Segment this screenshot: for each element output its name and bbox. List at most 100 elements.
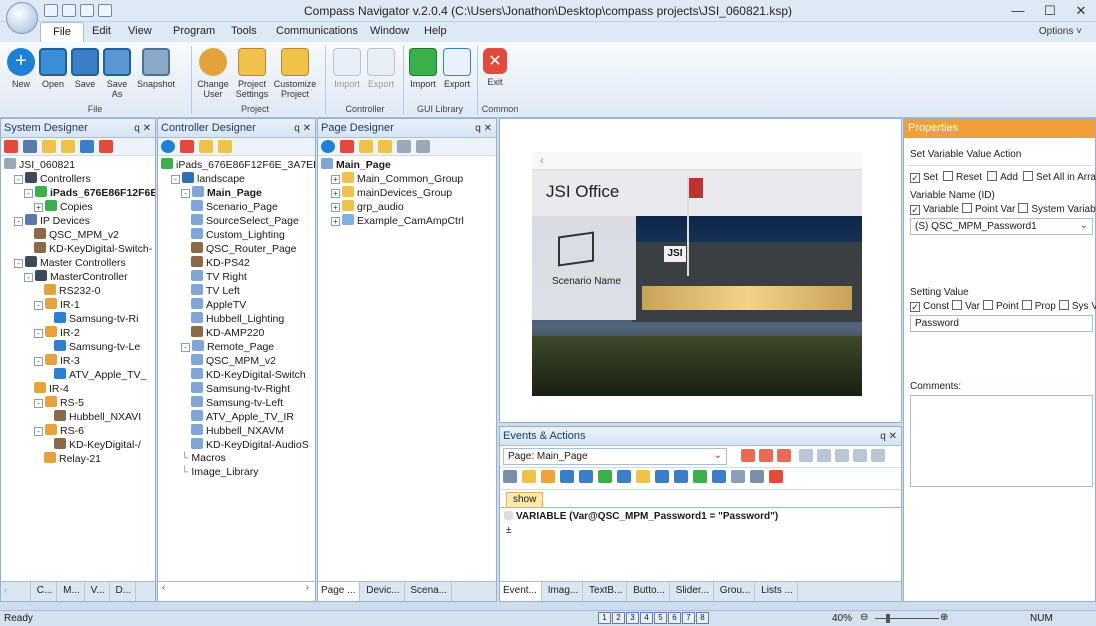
tree-node[interactable]: IR-4 bbox=[4, 382, 155, 396]
find-icon[interactable] bbox=[397, 140, 411, 153]
gui-import-button[interactable]: Import bbox=[406, 48, 440, 89]
add-action-marker[interactable]: ± bbox=[500, 525, 901, 536]
copy-icon[interactable] bbox=[359, 140, 373, 153]
page-number-button[interactable]: 1 bbox=[598, 612, 611, 624]
tree-node[interactable]: Samsung-tv-Ri bbox=[4, 312, 155, 326]
unchecked-box-icon[interactable] bbox=[961, 203, 972, 213]
snapshot-button[interactable]: Snapshot bbox=[136, 48, 176, 89]
exit-button[interactable]: ✕ Exit bbox=[482, 48, 508, 87]
minimize-button[interactable]: — bbox=[1003, 2, 1033, 20]
tree-node[interactable]: Hubbell_NXAVM bbox=[161, 424, 315, 438]
event-toolbar-icon[interactable] bbox=[835, 449, 849, 462]
checkbox-option[interactable]: ✓ Variable bbox=[910, 204, 959, 215]
tab-groups[interactable]: Grou... bbox=[717, 582, 756, 601]
action-icon[interactable] bbox=[693, 470, 707, 483]
scenario-tile[interactable]: Scenario Name bbox=[532, 216, 636, 320]
project-settings-button[interactable]: Project Settings bbox=[232, 48, 272, 99]
checkbox-option[interactable]: Point Var bbox=[961, 203, 1015, 215]
checkbox-option[interactable]: ✓ Const bbox=[910, 301, 949, 312]
customize-project-button[interactable]: Customize Project bbox=[272, 48, 318, 99]
tab-d[interactable]: D... bbox=[112, 582, 137, 601]
action-icon[interactable] bbox=[541, 470, 555, 483]
tab-page[interactable]: Page ... bbox=[318, 582, 361, 601]
chevron-down-icon[interactable]: ⌄ bbox=[714, 450, 722, 462]
collapse-icon[interactable]: - bbox=[181, 343, 190, 352]
action-icon[interactable] bbox=[522, 470, 536, 483]
page-preview[interactable]: ‹ JSI Office JSI Scenario Name bbox=[532, 152, 862, 396]
paste-icon[interactable] bbox=[61, 140, 75, 153]
expand-icon[interactable]: + bbox=[331, 217, 340, 226]
action-icon[interactable] bbox=[598, 470, 612, 483]
controller-export-button[interactable]: Export bbox=[364, 48, 398, 89]
checked-box-icon[interactable]: ✓ bbox=[910, 205, 920, 215]
action-line[interactable]: VARIABLE (Var@QSC_MPM_Password1 = "Passw… bbox=[500, 507, 901, 525]
tree-node[interactable]: + mainDevices_Group bbox=[321, 186, 496, 200]
tree-node[interactable]: - landscape bbox=[161, 172, 315, 186]
zoom-slider-thumb[interactable] bbox=[886, 614, 890, 623]
tree-node[interactable]: RS232-0 bbox=[4, 284, 155, 298]
unchecked-box-icon[interactable] bbox=[1021, 300, 1032, 310]
zoom-slider[interactable] bbox=[875, 618, 939, 619]
collapse-icon[interactable]: - bbox=[34, 357, 43, 366]
menu-file[interactable]: File bbox=[40, 22, 84, 42]
checkbox-option[interactable]: Prop bbox=[1021, 300, 1056, 312]
tree-node[interactable]: iPads_676E86F12F6E_3A7EDA80D bbox=[161, 158, 315, 172]
options-menu[interactable]: Options ˅ bbox=[1039, 26, 1082, 37]
tree-node[interactable]: + Copies bbox=[4, 200, 155, 214]
tree-node[interactable]: Scenario_Page bbox=[161, 200, 315, 214]
gui-export-button[interactable]: Export bbox=[440, 48, 474, 89]
tree-node[interactable]: - RS-5 bbox=[4, 396, 155, 410]
checkbox-option[interactable]: System Variable bbox=[1018, 203, 1096, 215]
checked-box-icon[interactable]: ✓ bbox=[910, 302, 920, 312]
collapse-icon[interactable]: - bbox=[171, 175, 180, 184]
unchecked-box-icon[interactable] bbox=[982, 300, 993, 310]
save-as-button[interactable]: Save As bbox=[102, 48, 132, 99]
tree-node[interactable]: - RS-6 bbox=[4, 424, 155, 438]
tree-node[interactable]: - Main_Page bbox=[161, 186, 315, 200]
new-button[interactable]: + New bbox=[6, 48, 36, 89]
action-delete-icon[interactable] bbox=[769, 470, 783, 483]
open-button[interactable]: Open bbox=[38, 48, 68, 89]
tree-node[interactable]: KD-AMP220 bbox=[161, 326, 315, 340]
checkbox-option[interactable]: ✓ Set bbox=[910, 172, 938, 183]
controller-hscroll[interactable]: ‹ › bbox=[158, 581, 315, 601]
menu-program[interactable]: Program bbox=[173, 25, 215, 37]
event-toolbar-icon[interactable] bbox=[759, 449, 773, 462]
collapse-icon[interactable]: - bbox=[34, 399, 43, 408]
tree-node[interactable]: KD-KeyDigital-Switch bbox=[161, 368, 315, 382]
action-icon[interactable] bbox=[560, 470, 574, 483]
change-user-button[interactable]: Change User bbox=[196, 48, 230, 99]
unchecked-box-icon[interactable] bbox=[1018, 203, 1029, 213]
tab-images[interactable]: Imag... bbox=[545, 582, 584, 601]
add-icon[interactable] bbox=[161, 140, 175, 153]
delete-icon[interactable] bbox=[340, 140, 354, 153]
menu-communications[interactable]: Communications bbox=[276, 25, 358, 37]
action-icon[interactable] bbox=[674, 470, 688, 483]
tree-node[interactable]: QSC_Router_Page bbox=[161, 242, 315, 256]
tree-node[interactable]: QSC_MPM_v2 bbox=[4, 228, 155, 242]
tree-node[interactable]: Hubbell_NXAVI bbox=[4, 410, 155, 424]
page-number-button[interactable]: 3 bbox=[626, 612, 639, 624]
expand-icon[interactable]: + bbox=[331, 175, 340, 184]
checkbox-option[interactable]: Sys Var bbox=[1058, 300, 1096, 312]
chevron-down-icon[interactable]: ⌄ bbox=[1080, 220, 1088, 232]
collapse-icon[interactable]: - bbox=[14, 259, 23, 268]
variable-name-select[interactable]: (S) QSC_MPM_Password1 ⌄ bbox=[910, 218, 1093, 235]
event-tab-show[interactable]: show bbox=[506, 492, 544, 507]
image-icon[interactable] bbox=[416, 140, 430, 153]
action-icon[interactable] bbox=[579, 470, 593, 483]
menu-tools[interactable]: Tools bbox=[231, 25, 257, 37]
tree-node[interactable]: - Controllers bbox=[4, 172, 155, 186]
delete-icon[interactable] bbox=[99, 140, 113, 153]
event-toolbar-icon[interactable] bbox=[777, 449, 791, 462]
grid-icon[interactable] bbox=[4, 140, 18, 153]
action-icon[interactable] bbox=[503, 470, 517, 483]
tab-c[interactable]: C... bbox=[34, 582, 58, 601]
tree-node[interactable]: + Main_Common_Group bbox=[321, 172, 496, 186]
tab-m[interactable]: M... bbox=[60, 582, 85, 601]
tree-node[interactable]: - MasterController bbox=[4, 270, 155, 284]
tree-node[interactable]: - IP Devices bbox=[4, 214, 155, 228]
controller-designer-pin-close[interactable]: q ✕ bbox=[294, 120, 311, 138]
tree-node[interactable]: JSI_060821 bbox=[4, 158, 155, 172]
tree-node[interactable]: TV Left bbox=[161, 284, 315, 298]
